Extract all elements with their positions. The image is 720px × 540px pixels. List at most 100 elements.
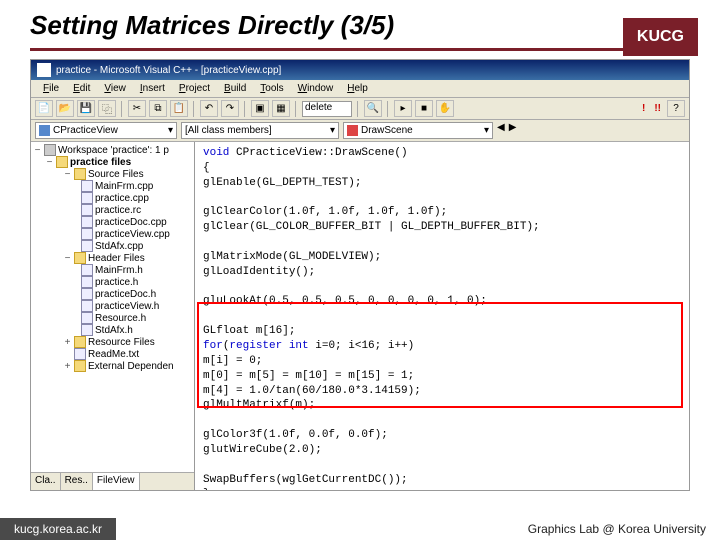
file-icon	[81, 312, 93, 324]
tree-file[interactable]: Resource.h	[95, 313, 146, 324]
copy-icon[interactable]: ⧉	[149, 100, 167, 117]
code-kw: for	[203, 340, 223, 352]
window-title: practice - Microsoft Visual C++ - [pract…	[56, 65, 281, 76]
separator	[295, 101, 297, 117]
code-kw: void	[203, 147, 229, 159]
filter-combo[interactable]: [All class members] ▾	[181, 122, 339, 139]
code-line: gluLookAt(0.5, 0.5, 0.5, 0, 0, 0, 0, 1, …	[203, 294, 681, 309]
code-editor[interactable]: void CPracticeView::DrawScene() { glEnab…	[195, 142, 689, 490]
folder-icon	[74, 360, 86, 372]
folder-icon	[74, 252, 86, 264]
file-icon	[74, 348, 86, 360]
func-combo-value: DrawScene	[361, 125, 413, 136]
tree-workspace[interactable]: Workspace 'practice': 1 p	[58, 145, 169, 156]
tree-file[interactable]: practiceDoc.h	[95, 289, 156, 300]
file-icon	[81, 216, 93, 228]
code-line: glLoadIdentity();	[203, 265, 681, 280]
folder-icon	[74, 168, 86, 180]
bang-icon[interactable]: !!	[651, 103, 664, 114]
tree-file[interactable]: practice.h	[95, 277, 138, 288]
file-icon	[81, 240, 93, 252]
file-icon	[81, 180, 93, 192]
divider	[30, 48, 690, 51]
tree-tabs: Cla.. Res.. FileView	[31, 472, 194, 490]
separator	[357, 101, 359, 117]
menu-edit[interactable]: Edit	[67, 82, 96, 95]
slide-header: Setting Matrices Directly (3/5) KUCG	[0, 0, 720, 46]
folder-icon	[74, 336, 86, 348]
tree-file[interactable]: StdAfx.h	[95, 325, 133, 336]
file-icon	[81, 288, 93, 300]
file-icon	[81, 324, 93, 336]
undo-icon[interactable]: ↶	[200, 100, 218, 117]
code-line: m[i] = 0;	[203, 354, 681, 369]
file-icon	[81, 300, 93, 312]
paste-icon[interactable]: 📋	[170, 100, 188, 117]
cut-icon[interactable]: ✂	[128, 100, 146, 117]
new-icon[interactable]: 📄	[35, 100, 53, 117]
file-tree[interactable]: −Workspace 'practice': 1 p −practice fil…	[31, 142, 195, 472]
code-line: GLfloat m[16];	[203, 324, 681, 339]
class-combo[interactable]: CPracticeView ▾	[35, 122, 177, 139]
class-combo-value: CPracticeView	[53, 125, 118, 136]
menu-tools[interactable]: Tools	[254, 82, 289, 95]
tab-class[interactable]: Cla..	[31, 473, 61, 490]
chevron-down-icon: ▾	[168, 125, 173, 136]
tree-file[interactable]: practiceDoc.cpp	[95, 217, 167, 228]
find-icon[interactable]: 🔍	[364, 100, 382, 117]
code-line: glMatrixMode(GL_MODELVIEW);	[203, 250, 681, 265]
tab-file[interactable]: FileView	[93, 473, 140, 490]
func-combo[interactable]: DrawScene ▾	[343, 122, 493, 139]
file-icon	[81, 204, 93, 216]
menu-file[interactable]: File	[37, 82, 65, 95]
ide-window: practice - Microsoft Visual C++ - [pract…	[30, 59, 690, 491]
stop-icon[interactable]: ■	[415, 100, 433, 117]
breakpoint-icon[interactable]: ✋	[436, 100, 454, 117]
menu-view[interactable]: View	[98, 82, 132, 95]
menu-help[interactable]: Help	[341, 82, 374, 95]
workspace-icon	[44, 144, 56, 156]
find-input[interactable]: delete	[302, 101, 352, 117]
nav-fwd-icon[interactable]: ▶	[509, 122, 517, 139]
compile-icon[interactable]: ▣	[251, 100, 269, 117]
help-icon[interactable]: ?	[667, 100, 685, 117]
menu-bar: File Edit View Insert Project Build Tool…	[31, 80, 689, 98]
menu-window[interactable]: Window	[292, 82, 340, 95]
code-line: SwapBuffers(wglGetCurrentDC());	[203, 473, 681, 488]
tree-file[interactable]: MainFrm.cpp	[95, 181, 153, 192]
tree-file[interactable]: practiceView.cpp	[95, 229, 170, 240]
exclaim-icon[interactable]: !	[639, 103, 648, 114]
code-kw: register int	[229, 340, 308, 352]
build-icon[interactable]: ▦	[272, 100, 290, 117]
tree-project[interactable]: practice files	[70, 157, 131, 168]
redo-icon[interactable]: ↷	[221, 100, 239, 117]
tree-file[interactable]: practice.cpp	[95, 193, 149, 204]
filter-combo-value: [All class members]	[185, 125, 272, 136]
app-icon	[37, 63, 51, 77]
tree-file[interactable]: practice.rc	[95, 205, 141, 216]
tree-file[interactable]: practiceView.h	[95, 301, 159, 312]
tree-file[interactable]: StdAfx.cpp	[95, 241, 143, 252]
tree-file[interactable]: MainFrm.h	[95, 265, 143, 276]
go-icon[interactable]: ▸	[394, 100, 412, 117]
tree-external[interactable]: External Dependen	[88, 361, 174, 372]
save-icon[interactable]: 💾	[77, 100, 95, 117]
code-line: glClearColor(1.0f, 1.0f, 1.0f, 1.0f);	[203, 205, 681, 220]
menu-insert[interactable]: Insert	[134, 82, 171, 95]
window-titlebar[interactable]: practice - Microsoft Visual C++ - [pract…	[31, 60, 689, 80]
tree-source[interactable]: Source Files	[88, 169, 144, 180]
nav-back-icon[interactable]: ◀	[497, 122, 505, 139]
separator	[387, 101, 389, 117]
menu-project[interactable]: Project	[173, 82, 216, 95]
tab-res[interactable]: Res..	[61, 473, 93, 490]
menu-build[interactable]: Build	[218, 82, 252, 95]
code-line: }	[203, 487, 681, 490]
tree-readme[interactable]: ReadMe.txt	[88, 349, 139, 360]
open-icon[interactable]: 📂	[56, 100, 74, 117]
slide-footer: kucg.korea.ac.kr Graphics Lab @ Korea Un…	[0, 518, 720, 540]
tree-header[interactable]: Header Files	[88, 253, 145, 264]
save-all-icon[interactable]: ⿻	[98, 100, 116, 117]
separator	[193, 101, 195, 117]
tree-resource[interactable]: Resource Files	[88, 337, 155, 348]
code-line: m[0] = m[5] = m[10] = m[15] = 1;	[203, 369, 681, 384]
